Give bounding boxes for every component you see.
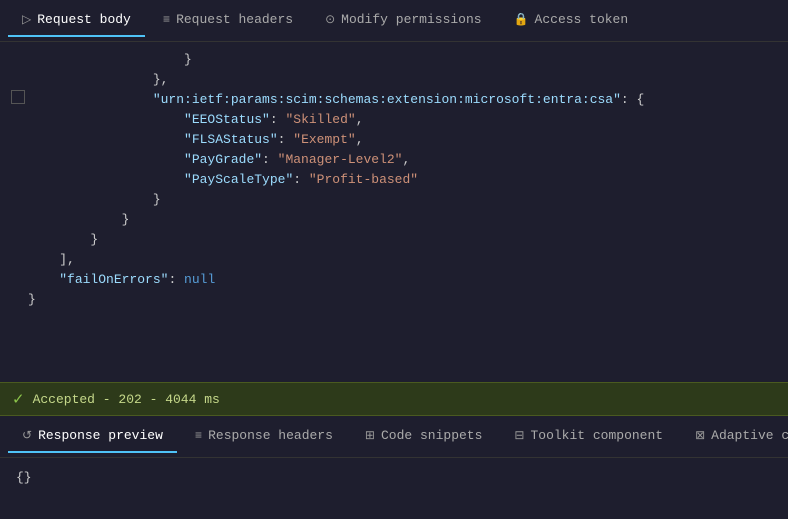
code-line-12: "failOnErrors": null	[0, 270, 788, 290]
code-line-7: "PayScaleType": "Profit-based"	[0, 170, 788, 190]
adaptive-icon: ⊠	[695, 428, 705, 443]
code-line-10: }	[0, 230, 788, 250]
snippets-icon: ⊞	[365, 428, 375, 443]
tab-toolkit-component[interactable]: ⊟ Toolkit component	[500, 420, 677, 453]
status-bar: ✓ Accepted - 202 - 4044 ms	[0, 382, 788, 416]
code-panel: } }, "urn:ietf:params:scim:schemas:exten…	[0, 42, 788, 382]
line-checkbox[interactable]	[11, 90, 25, 104]
code-line-1: }	[0, 50, 788, 70]
headers-icon: ≡	[195, 429, 202, 443]
tab-modify-permissions[interactable]: ⊙ Modify permissions	[311, 4, 496, 37]
tab-code-snippets-label: Code snippets	[381, 428, 482, 443]
tab-access-token-label: Access token	[535, 12, 629, 27]
code-line-9: }	[0, 210, 788, 230]
tab-request-headers-label: Request headers	[176, 12, 293, 27]
lock-icon: 🔒	[514, 12, 529, 27]
code-line-8: }	[0, 190, 788, 210]
bottom-content-panel: {}	[0, 458, 788, 519]
tab-modify-permissions-label: Modify permissions	[341, 12, 481, 27]
tab-response-headers[interactable]: ≡ Response headers	[181, 420, 347, 453]
code-line-4: "EEOStatus": "Skilled",	[0, 110, 788, 130]
tab-adaptive-cards[interactable]: ⊠ Adaptive cards	[681, 420, 788, 453]
tab-code-snippets[interactable]: ⊞ Code snippets	[351, 420, 496, 453]
code-line-5: "FLSAStatus": "Exempt",	[0, 130, 788, 150]
play-icon: ▷	[22, 12, 31, 27]
tab-response-preview[interactable]: ↺ Response preview	[8, 420, 177, 453]
tab-response-headers-label: Response headers	[208, 428, 333, 443]
tab-response-preview-label: Response preview	[38, 428, 163, 443]
tab-adaptive-cards-label: Adaptive cards	[711, 428, 788, 443]
list-icon: ≡	[163, 13, 170, 27]
tab-request-body-label: Request body	[37, 12, 131, 27]
accepted-icon: ✓	[12, 390, 25, 409]
response-body-text: {}	[16, 470, 32, 485]
tab-request-headers[interactable]: ≡ Request headers	[149, 4, 307, 37]
code-line-11: ],	[0, 250, 788, 270]
bottom-tab-bar: ↺ Response preview ≡ Response headers ⊞ …	[0, 416, 788, 458]
code-line-6: "PayGrade": "Manager-Level2",	[0, 150, 788, 170]
tab-access-token[interactable]: 🔒 Access token	[500, 4, 643, 37]
toolkit-icon: ⊟	[514, 428, 524, 443]
preview-icon: ↺	[22, 428, 32, 443]
tab-request-body[interactable]: ▷ Request body	[8, 4, 145, 37]
code-line-13: }	[0, 290, 788, 310]
status-text: Accepted - 202 - 4044 ms	[33, 392, 220, 407]
permissions-icon: ⊙	[325, 12, 335, 27]
code-line-3: "urn:ietf:params:scim:schemas:extension:…	[0, 90, 788, 110]
tab-toolkit-component-label: Toolkit component	[530, 428, 663, 443]
top-tab-bar: ▷ Request body ≡ Request headers ⊙ Modif…	[0, 0, 788, 42]
code-line-2: },	[0, 70, 788, 90]
